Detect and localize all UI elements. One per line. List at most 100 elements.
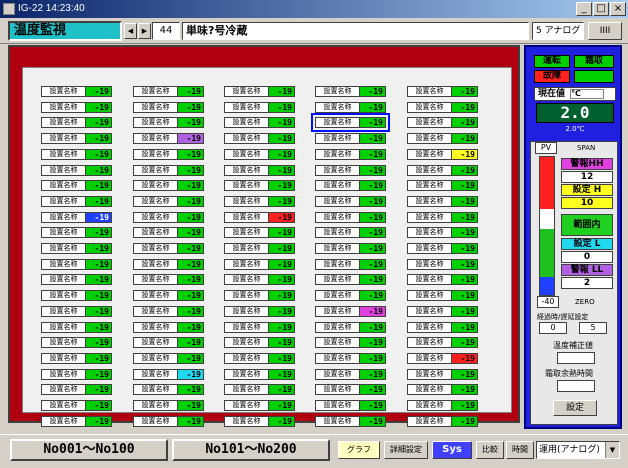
sensor-cell[interactable]: 設置名称 -19 <box>133 416 204 427</box>
sensor-cell[interactable]: 設置名称 -19 <box>224 416 295 427</box>
sensor-cell[interactable]: 設置名称 -19 <box>224 400 295 411</box>
sensor-cell[interactable]: 設置名称 -19 <box>41 369 112 380</box>
sensor-cell[interactable]: 設置名称 -19 <box>407 86 478 97</box>
sensor-cell[interactable]: 設置名称 -19 <box>41 180 112 191</box>
sensor-cell[interactable]: 設置名称 -19 <box>407 102 478 113</box>
sensor-cell[interactable]: 設置名称 -19 <box>41 165 112 176</box>
sensor-cell[interactable]: 設置名称 -19 <box>133 306 204 317</box>
sensor-cell[interactable]: 設置名称 -19 <box>224 196 295 207</box>
sensor-cell[interactable]: 設置名称 -19 <box>224 227 295 238</box>
sensor-cell[interactable]: 設置名称 -19 <box>224 149 295 160</box>
close-button[interactable]: × <box>610 2 626 16</box>
sensor-cell[interactable]: 設置名称 -19 <box>407 259 478 270</box>
sensor-cell[interactable]: 設置名称 -19 <box>407 322 478 333</box>
sensor-cell[interactable]: 設置名称 -19 <box>133 243 204 254</box>
sensor-cell[interactable]: 設置名称 -19 <box>133 212 204 223</box>
sensor-cell[interactable]: 設置名称 -19 <box>224 133 295 144</box>
sensor-cell[interactable]: 設置名称 -19 <box>224 165 295 176</box>
sensor-cell[interactable]: 設置名称 -19 <box>41 196 112 207</box>
sensor-cell[interactable]: 設置名称 -19 <box>224 274 295 285</box>
sensor-cell[interactable]: 設置名称 -19 <box>133 165 204 176</box>
alarm-hh-value[interactable]: 12 <box>561 171 613 183</box>
sensor-cell[interactable]: 設置名称 -19 <box>407 117 478 128</box>
sensor-cell[interactable]: 設置名称 -19 <box>41 290 112 301</box>
maximize-button[interactable]: □ <box>593 2 609 16</box>
sensor-cell[interactable]: 設置名称 -19 <box>407 353 478 364</box>
range-1-button[interactable]: No001～No100 <box>10 439 168 461</box>
sensor-cell[interactable]: 設置名称 -19 <box>133 86 204 97</box>
sensor-cell[interactable]: 設置名称 -19 <box>133 133 204 144</box>
sensor-cell[interactable]: 設置名称 -19 <box>315 133 386 144</box>
sensor-cell[interactable]: 設置名称 -19 <box>133 290 204 301</box>
sensor-cell[interactable]: 設置名称 -19 <box>407 196 478 207</box>
sensor-cell[interactable]: 設置名称 -19 <box>407 384 478 395</box>
sensor-cell[interactable]: 設置名称 -19 <box>407 337 478 348</box>
sensor-cell[interactable]: 設置名称 -19 <box>315 180 386 191</box>
sensor-cell[interactable]: 設置名称 -19 <box>133 353 204 364</box>
sensor-cell[interactable]: 設置名称 -19 <box>315 212 386 223</box>
sensor-cell[interactable]: 設置名称 -19 <box>407 306 478 317</box>
sensor-cell[interactable]: 設置名称 -19 <box>133 227 204 238</box>
sensor-cell[interactable]: 設置名称 -19 <box>133 322 204 333</box>
sensor-cell[interactable]: 設置名称 -19 <box>315 165 386 176</box>
sensor-cell[interactable]: 設置名称 -19 <box>133 400 204 411</box>
sensor-cell[interactable]: 設置名称 -19 <box>224 102 295 113</box>
sensor-cell[interactable]: 設置名称 -19 <box>407 180 478 191</box>
sensor-cell[interactable]: 設置名称 -19 <box>407 416 478 427</box>
sensor-cell[interactable]: 設置名称 -19 <box>315 416 386 427</box>
sensor-cell[interactable]: 設置名称 -19 <box>315 384 386 395</box>
sensor-cell[interactable]: 設置名称 -19 <box>41 306 112 317</box>
temp-correct-input[interactable] <box>557 352 595 364</box>
mode-select[interactable]: 運用(アナログ) ▼ <box>536 441 620 459</box>
sensor-cell[interactable]: 設置名称 -19 <box>41 400 112 411</box>
range-2-button[interactable]: No101～No200 <box>172 439 330 461</box>
sensor-cell[interactable]: 設置名称 -19 <box>224 306 295 317</box>
sensor-cell[interactable]: 設置名称 -19 <box>311 113 390 132</box>
graph-button[interactable]: グラフ <box>338 441 380 459</box>
sensor-cell[interactable]: 設置名称 -19 <box>315 149 386 160</box>
sensor-cell[interactable]: 設置名称 -19 <box>315 243 386 254</box>
sensor-cell[interactable]: 設置名称 -19 <box>315 353 386 364</box>
set-l-value[interactable]: 0 <box>561 251 613 263</box>
sensor-cell[interactable]: 設置名称 -19 <box>133 117 204 128</box>
sensor-cell[interactable]: 設置名称 -19 <box>407 400 478 411</box>
set-button[interactable]: 設定 <box>553 400 597 416</box>
sensor-cell[interactable]: 設置名称 -19 <box>41 133 112 144</box>
sensor-cell[interactable]: 設置名称 -19 <box>224 243 295 254</box>
sensor-cell[interactable]: 設置名称 -19 <box>315 306 386 317</box>
sensor-cell[interactable]: 設置名称 -19 <box>315 196 386 207</box>
sensor-cell[interactable]: 設置名称 -19 <box>133 259 204 270</box>
sensor-cell[interactable]: 設置名称 -19 <box>315 290 386 301</box>
sensor-cell[interactable]: 設置名称 -19 <box>41 102 112 113</box>
sensor-cell[interactable]: 設置名称 -19 <box>41 416 112 427</box>
defrost-time-input[interactable] <box>557 380 595 392</box>
sensor-cell[interactable]: 設置名称 -19 <box>407 369 478 380</box>
sensor-cell[interactable]: 設置名称 -19 <box>133 384 204 395</box>
prev-arrow-button[interactable]: ◀ <box>124 23 137 39</box>
sensor-cell[interactable]: 設置名称 -19 <box>315 400 386 411</box>
sensor-cell[interactable]: 設置名称 -19 <box>407 165 478 176</box>
sensor-cell[interactable]: 設置名称 -19 <box>41 212 112 223</box>
sensor-cell[interactable]: 設置名称 -19 <box>224 322 295 333</box>
chevron-down-icon[interactable]: ▼ <box>605 442 619 458</box>
sensor-cell[interactable]: 設置名称 -19 <box>41 353 112 364</box>
sensor-cell[interactable]: 設置名称 -19 <box>315 322 386 333</box>
sensor-cell[interactable]: 設置名称 -19 <box>133 102 204 113</box>
sensor-cell[interactable]: 設置名称 -19 <box>133 180 204 191</box>
sensor-cell[interactable]: 設置名称 -19 <box>407 290 478 301</box>
sensor-cell[interactable]: 設置名称 -19 <box>315 259 386 270</box>
sensor-cell[interactable]: 設置名称 -19 <box>133 369 204 380</box>
sensor-cell[interactable]: 設置名称 -19 <box>315 369 386 380</box>
delay-2[interactable]: 5 <box>579 322 607 334</box>
sensor-cell[interactable]: 設置名称 -19 <box>41 274 112 285</box>
sensor-cell[interactable]: 設置名称 -19 <box>315 227 386 238</box>
sensor-cell[interactable]: 設置名称 -19 <box>41 117 112 128</box>
signal-bars-button[interactable]: IIII <box>588 22 622 40</box>
set-h-value[interactable]: 10 <box>561 197 613 209</box>
sensor-cell[interactable]: 設置名称 -19 <box>224 212 295 223</box>
sensor-cell[interactable]: 設置名称 -19 <box>224 290 295 301</box>
sensor-cell[interactable]: 設置名称 -19 <box>133 196 204 207</box>
sensor-cell[interactable]: 設置名称 -19 <box>41 337 112 348</box>
sensor-cell[interactable]: 設置名称 -19 <box>407 227 478 238</box>
history-button[interactable]: 時間 <box>506 441 534 459</box>
